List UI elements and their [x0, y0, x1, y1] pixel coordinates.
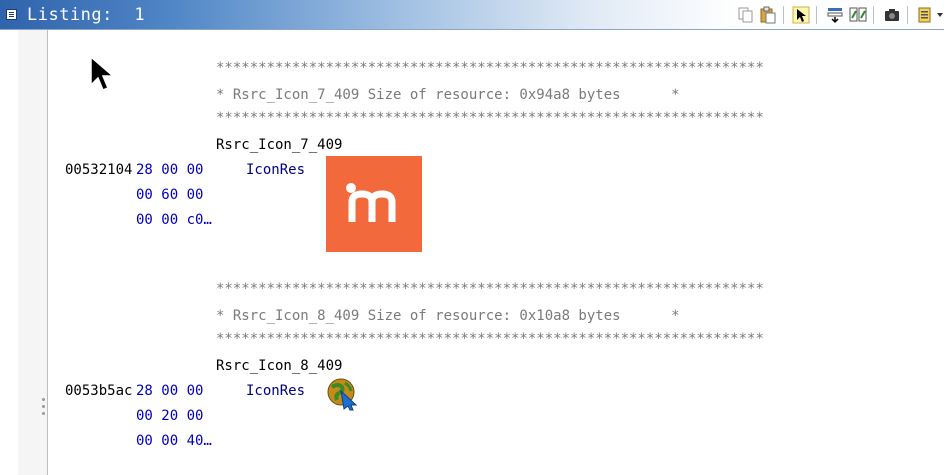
- bytes-line[interactable]: 00 00 c0…: [136, 212, 212, 228]
- dropdown-arrow-icon[interactable]: [937, 13, 943, 17]
- left-margin-bar: [3, 30, 19, 475]
- resource-comment: * Rsrc_Icon_8_409 Size of resource: 0x10…: [216, 308, 680, 324]
- window-title: Listing: 1: [27, 5, 146, 25]
- mnemonic[interactable]: IconRes: [246, 162, 305, 178]
- diff-view-icon[interactable]: [849, 6, 867, 24]
- mnemonic[interactable]: IconRes: [246, 383, 305, 399]
- resource-label[interactable]: Rsrc_Icon_8_409: [216, 358, 342, 374]
- orange-m-logo-icon: [326, 156, 422, 252]
- comment-stars-top: ****************************************…: [216, 281, 764, 297]
- snapshot-icon[interactable]: [883, 6, 901, 24]
- address[interactable]: 0053b5ac: [65, 383, 132, 399]
- toolbar-separator: [907, 6, 908, 24]
- resize-grip-icon[interactable]: [42, 398, 46, 420]
- mouse-pointer-icon: [89, 55, 117, 95]
- listing-title-bar: Listing: 1: [0, 0, 944, 30]
- comment-stars-bottom: ****************************************…: [216, 110, 764, 126]
- toolbar-separator: [783, 6, 784, 24]
- bytes-line[interactable]: 00 60 00: [136, 187, 203, 203]
- globe-arrow-icon: [326, 377, 360, 411]
- toolbar-separator: [816, 6, 817, 24]
- resource-label[interactable]: Rsrc_Icon_7_409: [216, 137, 342, 153]
- comment-stars-bottom: ****************************************…: [216, 331, 764, 347]
- toolbar-separator: [873, 6, 874, 24]
- bytes-line[interactable]: 00 20 00: [136, 408, 203, 424]
- field-navigation-icon[interactable]: [826, 6, 844, 24]
- resource-comment: * Rsrc_Icon_7_409 Size of resource: 0x94…: [216, 87, 680, 103]
- address[interactable]: 00532104: [65, 162, 132, 178]
- cursor-select-icon[interactable]: [792, 6, 810, 24]
- bytes-line[interactable]: 00 00 40…: [136, 433, 212, 449]
- paste-icon[interactable]: [759, 6, 777, 24]
- bytes-line[interactable]: 28 00 00: [136, 162, 203, 178]
- edit-listing-fields-icon[interactable]: [917, 6, 935, 24]
- comment-stars-top: ****************************************…: [216, 60, 764, 76]
- bytes-line[interactable]: 28 00 00: [136, 383, 203, 399]
- copy-icon[interactable]: [737, 6, 755, 24]
- listing-window-icon[interactable]: [6, 9, 17, 20]
